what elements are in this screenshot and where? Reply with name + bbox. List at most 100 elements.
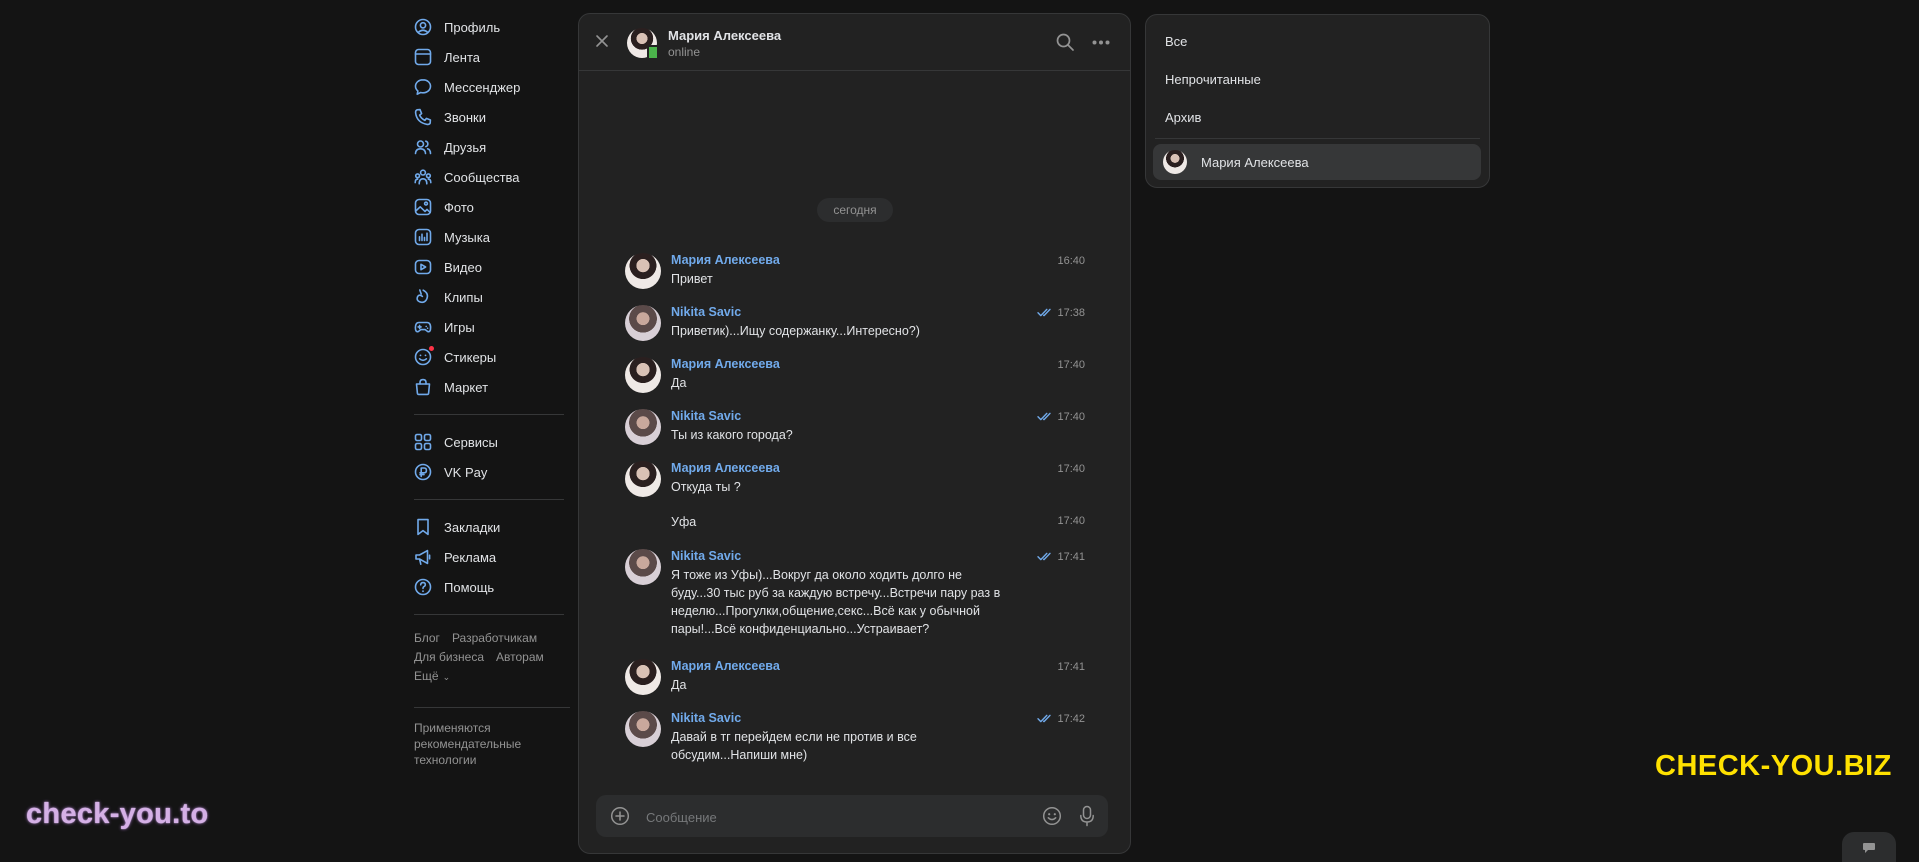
contact-avatar[interactable]	[627, 28, 659, 60]
avatar[interactable]	[625, 659, 661, 695]
conversation-item[interactable]: Мария Алексеева	[1153, 144, 1481, 180]
nav-item-label: Видео	[444, 259, 482, 275]
attach-icon[interactable]	[610, 806, 630, 826]
contact-name[interactable]: Мария Алексеева	[668, 28, 781, 43]
nav-item-label: VK Pay	[444, 464, 488, 480]
video-icon	[414, 258, 432, 276]
nav-item-label: Лента	[444, 49, 480, 65]
message-text: Я тоже из Уфы)...Вокруг да около ходить …	[671, 568, 1001, 636]
games-icon	[414, 318, 432, 336]
message-author[interactable]: Мария Алексеева	[671, 357, 780, 371]
footer-link-authors[interactable]: Авторам	[496, 650, 544, 664]
footer-link-business[interactable]: Для бизнеса	[414, 650, 484, 664]
message-time: 17:40	[1057, 359, 1085, 371]
message-time: 17:40	[1057, 515, 1085, 527]
emoji-icon[interactable]	[1042, 806, 1062, 826]
read-check-icon	[1037, 412, 1053, 421]
nav-main-group: Профиль Лента Мессенджер Звонки Друзья Сообще…	[414, 12, 574, 402]
nav-item-label: Игры	[444, 319, 475, 335]
footer-more[interactable]: Ещё ⌄	[414, 667, 574, 687]
help-icon	[414, 578, 432, 596]
read-check-icon	[1037, 552, 1053, 561]
avatar[interactable]	[625, 409, 661, 445]
services-icon	[414, 433, 432, 451]
message-author[interactable]: Nikita Savic	[671, 409, 741, 423]
filter-archive[interactable]: Архив	[1165, 110, 1201, 125]
avatar[interactable]	[625, 711, 661, 747]
photo-icon	[414, 198, 432, 216]
chat-widget-button[interactable]	[1842, 832, 1896, 862]
nav-item-communities[interactable]: Сообщества	[414, 162, 574, 192]
nav-item-label: Стикеры	[444, 349, 497, 365]
nav-item-clips[interactable]: Клипы	[414, 282, 574, 312]
message-time: 16:40	[1057, 255, 1085, 267]
message-author[interactable]: Мария Алексеева	[671, 659, 780, 673]
conversation-avatar	[1163, 150, 1187, 174]
message-text: Уфа	[671, 515, 697, 529]
message-input[interactable]	[644, 806, 1028, 828]
message-time: 17:40	[1057, 463, 1085, 475]
message-time: 17:38	[1057, 307, 1085, 319]
message-text: Привет	[671, 272, 713, 286]
nav-item-help[interactable]: Помощь	[414, 572, 574, 602]
nav-item-vkpay[interactable]: VK Pay	[414, 457, 574, 487]
avatar[interactable]	[625, 305, 661, 341]
notification-dot	[429, 346, 434, 351]
online-mobile-icon	[647, 45, 659, 60]
filter-unread[interactable]: Непрочитанные	[1165, 72, 1261, 87]
profile-icon	[414, 18, 432, 36]
nav-item-label: Друзья	[444, 139, 487, 155]
nav-item-bookmark[interactable]: Закладки	[414, 512, 574, 542]
friends-icon	[414, 138, 432, 156]
nav-item-stickers[interactable]: Стикеры	[414, 342, 574, 372]
footer-link-blog[interactable]: Блог	[414, 631, 440, 645]
search-icon[interactable]	[1055, 32, 1075, 52]
close-icon[interactable]	[595, 34, 609, 48]
message-author[interactable]: Мария Алексеева	[671, 253, 780, 267]
nav-item-label: Музыка	[444, 229, 490, 245]
message-author[interactable]: Мария Алексеева	[671, 461, 780, 475]
recommendation-note[interactable]: Применяются рекомендательные технологии	[414, 720, 544, 768]
message-text: Ты из какого города?	[671, 428, 793, 442]
message-text: Да	[671, 678, 687, 692]
nav-item-label: Помощь	[444, 579, 495, 595]
communities-icon	[414, 168, 432, 186]
avatar[interactable]	[625, 549, 661, 585]
megaphone-icon	[414, 548, 432, 566]
nav-divider	[414, 707, 570, 708]
nav-item-music[interactable]: Музыка	[414, 222, 574, 252]
filter-all[interactable]: Все	[1165, 34, 1187, 49]
conversation-filter-panel: Все Непрочитанные Архив Мария Алексеева	[1145, 14, 1490, 188]
music-icon	[414, 228, 432, 246]
message-author[interactable]: Nikita Savic	[671, 549, 741, 563]
nav-item-video[interactable]: Видео	[414, 252, 574, 282]
nav-extra-group: Закладки Реклама Помощь	[414, 512, 574, 602]
avatar[interactable]	[625, 461, 661, 497]
footer-links: Блог Разработчикам Для бизнеса Авторам Ещё…	[414, 629, 574, 687]
vkpay-icon	[414, 463, 432, 481]
avatar[interactable]	[625, 357, 661, 393]
nav-item-label: Фото	[444, 199, 474, 215]
nav-divider	[414, 499, 564, 500]
message-time: 17:41	[1057, 551, 1085, 563]
nav-item-photo[interactable]: Фото	[414, 192, 574, 222]
contact-status: online	[668, 45, 701, 59]
nav-item-services[interactable]: Сервисы	[414, 427, 574, 457]
avatar[interactable]	[625, 253, 661, 289]
nav-item-messenger[interactable]: Мессенджер	[414, 72, 574, 102]
microphone-icon[interactable]	[1079, 805, 1095, 827]
nav-divider	[414, 414, 564, 415]
nav-item-phone[interactable]: Звонки	[414, 102, 574, 132]
more-options-icon[interactable]	[1092, 40, 1110, 45]
message-author[interactable]: Nikita Savic	[671, 305, 741, 319]
nav-item-games[interactable]: Игры	[414, 312, 574, 342]
nav-item-profile[interactable]: Профиль	[414, 12, 574, 42]
nav-item-friends[interactable]: Друзья	[414, 132, 574, 162]
footer-link-developers[interactable]: Разработчикам	[452, 631, 537, 645]
nav-divider	[414, 614, 564, 615]
message-author[interactable]: Nikita Savic	[671, 711, 741, 725]
nav-item-megaphone[interactable]: Реклама	[414, 542, 574, 572]
read-check-icon	[1037, 714, 1053, 723]
nav-item-feed[interactable]: Лента	[414, 42, 574, 72]
nav-item-market[interactable]: Маркет	[414, 372, 574, 402]
